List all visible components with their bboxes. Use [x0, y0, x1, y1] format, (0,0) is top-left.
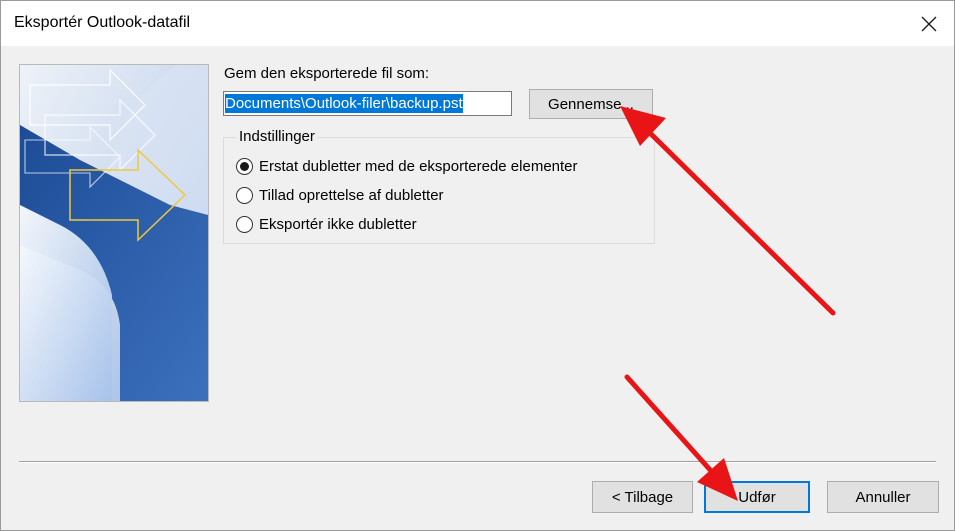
- options-legend: Indstillinger: [236, 128, 318, 145]
- browse-button[interactable]: Gennemse...: [529, 89, 653, 119]
- options-group: Indstillinger Erstat dubletter med de ek…: [223, 128, 655, 244]
- wizard-banner-image: [19, 64, 209, 402]
- radio-button[interactable]: [236, 216, 253, 233]
- radio-label: Eksportér ikke dubletter: [259, 216, 417, 233]
- back-button[interactable]: < Tilbage: [592, 481, 693, 513]
- file-path-input[interactable]: Documents\Outlook-filer\backup.pst: [223, 91, 512, 116]
- radio-label: Tillad oprettelse af dubletter: [259, 187, 444, 204]
- radio-no-duplicates[interactable]: Eksportér ikke dubletter: [236, 216, 417, 233]
- radio-allow-duplicates[interactable]: Tillad oprettelse af dubletter: [236, 187, 444, 204]
- save-as-label: Gem den eksporterede fil som:: [224, 65, 430, 82]
- radio-replace-duplicates[interactable]: Erstat dubletter med de eksporterede ele…: [236, 158, 578, 175]
- radio-button-checked[interactable]: [236, 158, 253, 175]
- cancel-button[interactable]: Annuller: [827, 481, 939, 513]
- radio-button[interactable]: [236, 187, 253, 204]
- close-button[interactable]: [909, 7, 949, 41]
- close-icon: [921, 16, 937, 32]
- title-bar: Eksportér Outlook-datafil: [1, 1, 954, 46]
- window-title: Eksportér Outlook-datafil: [14, 14, 191, 31]
- radio-label: Erstat dubletter med de eksporterede ele…: [259, 158, 578, 175]
- finish-button[interactable]: Udfør: [704, 481, 810, 513]
- file-path-value: Documents\Outlook-filer\backup.pst: [225, 94, 463, 113]
- export-dialog: Eksportér Outlook-datafil Gem den ekspor…: [0, 0, 955, 531]
- footer-separator: [19, 461, 936, 463]
